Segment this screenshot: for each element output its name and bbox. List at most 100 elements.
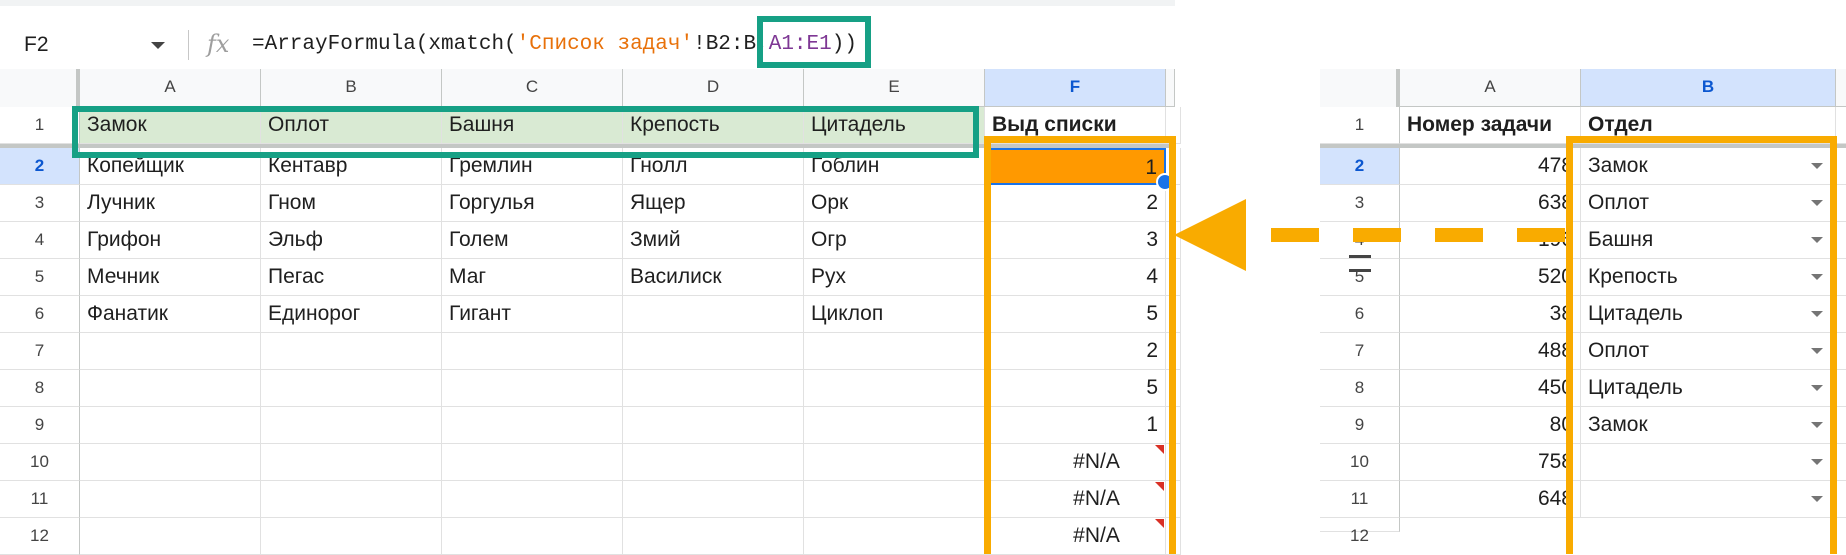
table-cell[interactable] xyxy=(1836,296,1846,333)
column-header-g[interactable] xyxy=(1166,69,1175,107)
table-cell[interactable]: Голем xyxy=(442,222,623,259)
table-cell[interactable] xyxy=(261,518,442,555)
table-cell[interactable] xyxy=(1836,148,1846,185)
task-number-cell[interactable]: 478 xyxy=(1400,148,1581,185)
row-header-9[interactable]: 9 xyxy=(1320,407,1400,444)
table-cell[interactable] xyxy=(442,407,623,444)
table-cell[interactable] xyxy=(623,407,804,444)
table-cell[interactable] xyxy=(1836,444,1846,481)
table-cell[interactable]: Маг xyxy=(442,259,623,296)
row-header-10[interactable]: 10 xyxy=(0,444,80,481)
column-header-e[interactable]: E xyxy=(804,69,985,107)
table-cell[interactable] xyxy=(804,518,985,555)
table-cell[interactable] xyxy=(1836,481,1846,518)
table-cell[interactable] xyxy=(804,481,985,518)
table-cell[interactable] xyxy=(261,370,442,407)
table-cell[interactable]: Орк xyxy=(804,185,985,222)
table-cell[interactable] xyxy=(623,333,804,370)
table-cell[interactable] xyxy=(804,407,985,444)
row-header-3[interactable]: 3 xyxy=(0,185,80,222)
table-cell[interactable]: Лучник xyxy=(80,185,261,222)
task-number-cell[interactable]: 488 xyxy=(1400,333,1581,370)
table-cell[interactable] xyxy=(1836,407,1846,444)
column-header-c[interactable]: C xyxy=(442,69,623,107)
row-header-5[interactable]: 5 xyxy=(0,259,80,296)
table-cell[interactable]: Огр xyxy=(804,222,985,259)
table-cell[interactable] xyxy=(80,518,261,555)
column-header-f[interactable]: F xyxy=(985,69,1166,107)
row-header-12[interactable]: 12 xyxy=(1320,518,1400,545)
task-number-cell[interactable]: 758 xyxy=(1400,444,1581,481)
table-cell[interactable]: Пегас xyxy=(261,259,442,296)
table-cell[interactable] xyxy=(442,370,623,407)
table-cell[interactable] xyxy=(442,333,623,370)
task-number-cell[interactable]: 648 xyxy=(1400,481,1581,518)
table-cell[interactable] xyxy=(261,407,442,444)
table-cell[interactable] xyxy=(623,481,804,518)
row-header-2[interactable]: 2 xyxy=(0,148,80,185)
row-header-1[interactable]: 1 xyxy=(0,107,80,144)
task-number-cell[interactable]: 80 xyxy=(1400,407,1581,444)
table-cell[interactable] xyxy=(623,296,804,333)
column-header-b[interactable]: B xyxy=(261,69,442,107)
row-header-11[interactable]: 11 xyxy=(1320,481,1400,518)
header-cell[interactable]: Номер задачи xyxy=(1400,107,1581,144)
table-cell[interactable] xyxy=(80,333,261,370)
table-cell[interactable] xyxy=(1836,185,1846,222)
column-header-c[interactable] xyxy=(1836,69,1846,107)
table-cell[interactable] xyxy=(442,518,623,555)
column-header-b[interactable]: B xyxy=(1581,69,1836,107)
table-cell[interactable] xyxy=(261,333,442,370)
table-cell[interactable]: Эльф xyxy=(261,222,442,259)
column-header-a[interactable]: A xyxy=(80,69,261,107)
table-cell[interactable]: Гном xyxy=(261,185,442,222)
row-header-4[interactable]: 4 xyxy=(0,222,80,259)
table-cell[interactable] xyxy=(1836,333,1846,370)
row-header-12[interactable]: 12 xyxy=(0,518,80,555)
table-cell[interactable] xyxy=(623,518,804,555)
row-header-7[interactable]: 7 xyxy=(1320,333,1400,370)
row-header-1[interactable]: 1 xyxy=(1320,107,1400,144)
column-header-a[interactable]: A xyxy=(1400,69,1581,107)
table-cell[interactable] xyxy=(80,444,261,481)
table-cell[interactable] xyxy=(804,370,985,407)
table-cell[interactable] xyxy=(804,333,985,370)
table-cell[interactable] xyxy=(623,370,804,407)
row-header-2[interactable]: 2 xyxy=(1320,148,1400,185)
table-cell[interactable] xyxy=(623,444,804,481)
row-header-8[interactable]: 8 xyxy=(0,370,80,407)
table-cell[interactable] xyxy=(80,370,261,407)
row-header-6[interactable]: 6 xyxy=(1320,296,1400,333)
row-header-10[interactable]: 10 xyxy=(1320,444,1400,481)
task-number-cell[interactable]: 450 xyxy=(1400,370,1581,407)
row-header-7[interactable]: 7 xyxy=(0,333,80,370)
table-cell[interactable] xyxy=(1836,259,1846,296)
table-cell[interactable]: Василиск xyxy=(623,259,804,296)
task-number-cell[interactable]: 38 xyxy=(1400,296,1581,333)
select-all-corner[interactable] xyxy=(0,69,80,111)
table-cell[interactable] xyxy=(1836,107,1846,144)
row-header-11[interactable]: 11 xyxy=(0,481,80,518)
table-cell[interactable]: Мечник xyxy=(80,259,261,296)
row-header-9[interactable]: 9 xyxy=(0,407,80,444)
table-cell[interactable]: Рух xyxy=(804,259,985,296)
table-cell[interactable]: Грифон xyxy=(80,222,261,259)
chevron-down-icon[interactable] xyxy=(151,42,165,49)
table-cell[interactable]: Ящер xyxy=(623,185,804,222)
table-cell[interactable]: Горгулья xyxy=(442,185,623,222)
table-cell[interactable] xyxy=(80,407,261,444)
table-cell[interactable] xyxy=(442,481,623,518)
table-cell[interactable] xyxy=(261,444,442,481)
select-all-corner[interactable] xyxy=(1320,69,1400,111)
column-header-d[interactable]: D xyxy=(623,69,804,107)
row-header-6[interactable]: 6 xyxy=(0,296,80,333)
row-header-8[interactable]: 8 xyxy=(1320,370,1400,407)
table-cell[interactable]: Змий xyxy=(623,222,804,259)
table-cell[interactable] xyxy=(1836,370,1846,407)
table-cell[interactable] xyxy=(261,481,442,518)
table-cell[interactable] xyxy=(1836,222,1846,259)
table-cell[interactable] xyxy=(804,444,985,481)
table-cell[interactable]: Фанатик xyxy=(80,296,261,333)
table-cell[interactable] xyxy=(80,481,261,518)
table-cell[interactable]: Единорог xyxy=(261,296,442,333)
